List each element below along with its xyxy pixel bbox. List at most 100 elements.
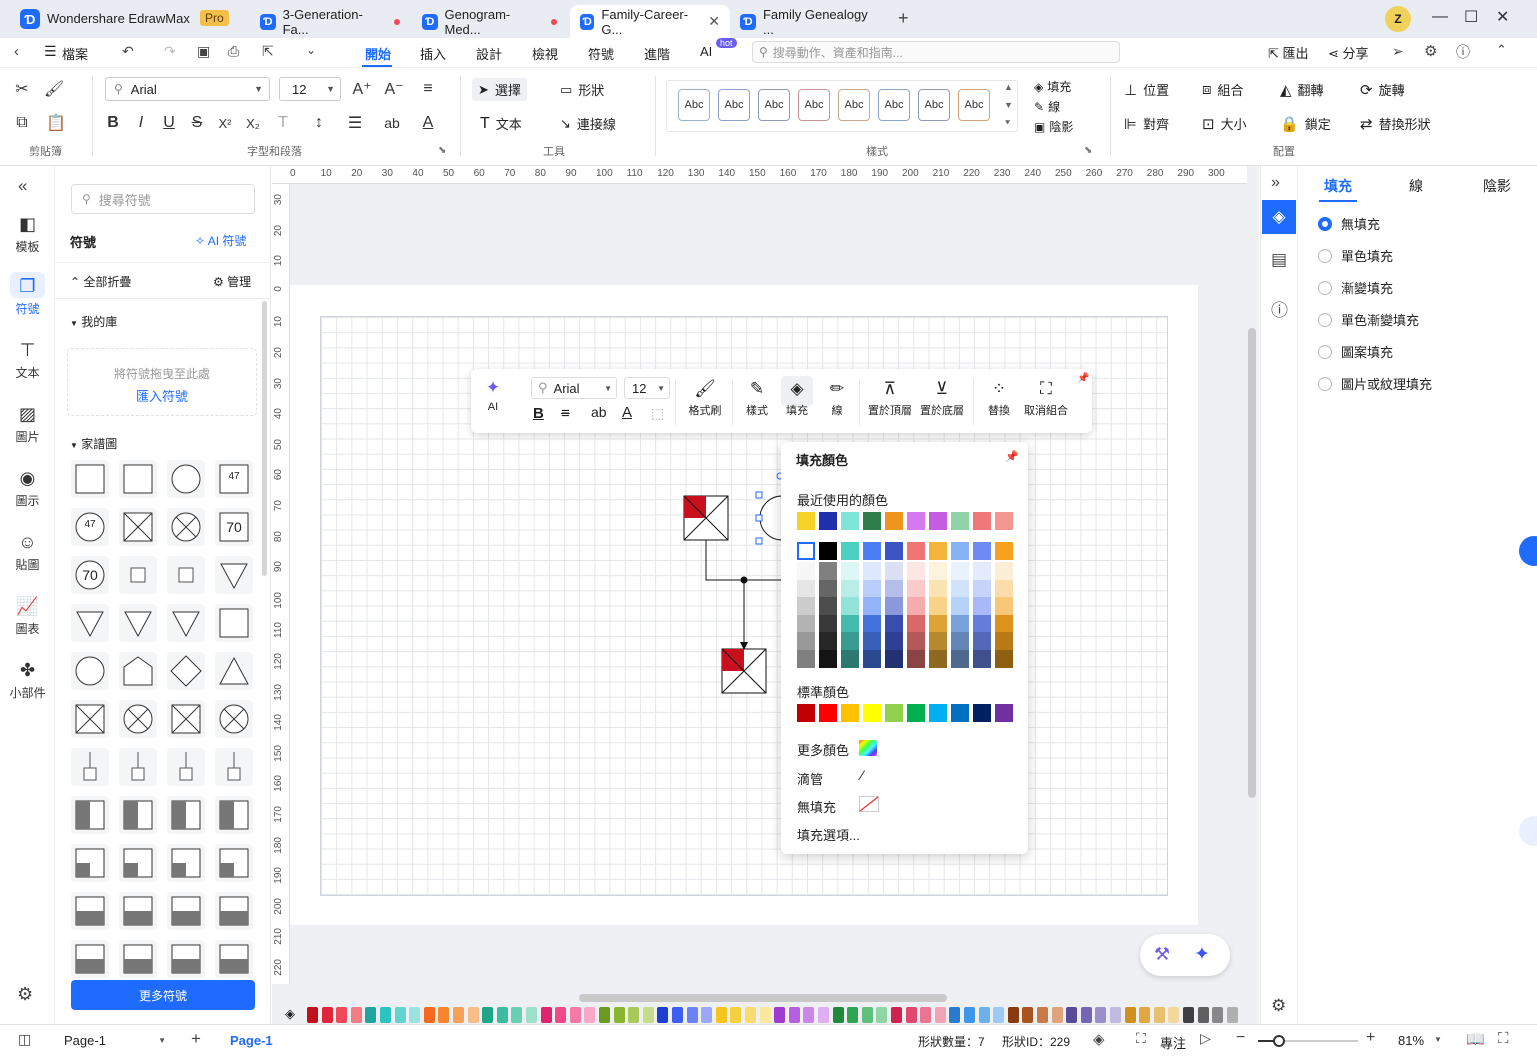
menu-advanced[interactable]: 進階 xyxy=(644,44,670,63)
recent-color-swatch[interactable] xyxy=(995,512,1013,530)
export-small-icon[interactable]: ⇱ xyxy=(262,43,274,60)
sparkle-icon[interactable]: ✦ xyxy=(1194,943,1210,966)
palette-color-swatch[interactable] xyxy=(1051,1007,1063,1023)
palette-color-swatch[interactable] xyxy=(1124,1007,1136,1023)
palette-color-swatch[interactable] xyxy=(628,1007,640,1023)
theme-shade-swatch[interactable] xyxy=(885,597,903,615)
standard-color-swatch[interactable] xyxy=(797,704,815,722)
color-wheel-icon[interactable] xyxy=(859,740,877,756)
genogram-symbol[interactable] xyxy=(71,604,109,642)
rail-item-text[interactable]: ⊤ 文本 xyxy=(0,340,55,381)
tab-document-2[interactable]: Ɗ Genogram-Med... xyxy=(412,5,567,38)
theme-shade-swatch[interactable] xyxy=(951,649,969,668)
theme-shade-swatch[interactable] xyxy=(907,649,925,668)
rail-item-icon[interactable]: ◉ 圖示 xyxy=(0,468,55,509)
rail-item-sticker[interactable]: ☺ 貼圖 xyxy=(0,532,55,573)
palette-color-swatch[interactable] xyxy=(467,1007,479,1023)
standard-color-swatch[interactable] xyxy=(885,704,903,722)
back-icon[interactable]: ‹ xyxy=(14,43,19,60)
genogram-symbol[interactable] xyxy=(215,748,253,786)
recent-color-swatch[interactable] xyxy=(951,512,969,530)
copy-icon[interactable]: ⧉ xyxy=(10,111,34,135)
theme-color-swatch[interactable] xyxy=(973,542,991,560)
palette-color-swatch[interactable] xyxy=(642,1007,654,1023)
theme-shade-swatch[interactable] xyxy=(841,632,859,650)
palette-color-swatch[interactable] xyxy=(1080,1007,1092,1023)
theme-shade-swatch[interactable] xyxy=(819,597,837,615)
genogram-symbol[interactable] xyxy=(71,748,109,786)
palette-color-swatch[interactable] xyxy=(672,1007,683,1023)
fill-button[interactable]: ◈ 填充 xyxy=(781,376,813,418)
magic-wand-icon[interactable]: ⚒ xyxy=(1154,944,1170,965)
no-fill-icon[interactable] xyxy=(859,796,879,812)
theme-shade-swatch[interactable] xyxy=(973,649,991,668)
genogram-symbol[interactable] xyxy=(119,652,157,690)
theme-shade-swatch[interactable] xyxy=(797,649,815,668)
symbol-search-input[interactable]: ⚲ 搜尋符號 xyxy=(71,184,255,214)
palette-color-swatch[interactable] xyxy=(307,1007,318,1023)
palette-color-swatch[interactable] xyxy=(613,1007,625,1023)
theme-shade-swatch[interactable] xyxy=(951,632,969,650)
palette-color-swatch[interactable] xyxy=(730,1007,742,1023)
palette-color-swatch[interactable] xyxy=(526,1007,537,1023)
minimize-icon[interactable]: — xyxy=(1432,8,1448,26)
palette-color-swatch[interactable] xyxy=(321,1007,333,1023)
tab-document-3[interactable]: Ɗ Family-Career-G... ✕ xyxy=(570,5,730,38)
genogram-symbol[interactable] xyxy=(215,652,253,690)
fill-button[interactable]: ◈ 填充 xyxy=(1034,78,1071,95)
cut-icon[interactable]: ✂ xyxy=(10,77,34,101)
palette-color-swatch[interactable] xyxy=(920,1007,932,1023)
bold-icon[interactable]: B xyxy=(101,111,125,135)
theme-shade-swatch[interactable] xyxy=(951,597,969,615)
new-tab-icon[interactable]: + xyxy=(898,8,909,29)
theme-shade-swatch[interactable] xyxy=(863,579,881,598)
page-select[interactable]: Page-1 ▼ xyxy=(52,1025,172,1056)
theme-color-swatch[interactable] xyxy=(885,542,903,560)
rotate-button[interactable]: ⟳ 旋轉 xyxy=(1360,80,1405,99)
settings-icon[interactable]: ⚙ xyxy=(1424,42,1437,60)
genogram-symbol[interactable] xyxy=(119,508,157,546)
standard-color-swatch[interactable] xyxy=(995,704,1013,722)
page-tab-active[interactable]: Page-1 xyxy=(230,1033,273,1048)
palette-color-swatch[interactable] xyxy=(803,1007,815,1023)
theme-color-swatch[interactable] xyxy=(797,542,815,560)
palette-color-swatch[interactable] xyxy=(555,1007,567,1023)
search-box[interactable]: ⚲ 搜尋動作、資產和指南... xyxy=(752,41,1120,63)
theme-shade-swatch[interactable] xyxy=(929,597,947,615)
theme-shade-swatch[interactable] xyxy=(951,614,969,633)
line-button[interactable]: ✎ 線 xyxy=(1034,98,1060,115)
theme-shade-swatch[interactable] xyxy=(863,632,881,650)
standard-color-swatch[interactable] xyxy=(929,704,947,722)
standard-color-swatch[interactable] xyxy=(841,704,859,722)
standard-color-swatch[interactable] xyxy=(973,704,991,722)
palette-color-swatch[interactable] xyxy=(336,1007,348,1023)
theme-shade-swatch[interactable] xyxy=(951,562,969,580)
palette-color-swatch[interactable] xyxy=(409,1007,421,1023)
zoom-out-icon[interactable]: − xyxy=(1236,1029,1245,1047)
tab-shadow[interactable]: 陰影 xyxy=(1483,176,1511,196)
recent-color-swatch[interactable] xyxy=(907,512,925,530)
genogram-symbol[interactable] xyxy=(71,844,109,882)
list-icon[interactable]: ☰ xyxy=(343,111,367,135)
genogram-symbol[interactable] xyxy=(215,700,253,738)
style-preset-1[interactable]: Abc xyxy=(678,89,710,121)
rail-item-widget[interactable]: ✤ 小部件 xyxy=(0,660,55,701)
genogram-symbol[interactable] xyxy=(119,700,157,738)
palette-color-swatch[interactable] xyxy=(1139,1007,1151,1023)
theme-color-swatch[interactable] xyxy=(841,542,859,560)
theme-shade-swatch[interactable] xyxy=(863,614,881,633)
palette-color-swatch[interactable] xyxy=(482,1007,494,1023)
theme-shade-swatch[interactable] xyxy=(819,614,837,633)
help-icon[interactable]: ⓘ xyxy=(1456,42,1470,62)
palette-color-swatch[interactable] xyxy=(759,1007,771,1023)
genogram-symbol[interactable] xyxy=(119,556,157,594)
genogram-symbol[interactable]: 47 xyxy=(71,508,109,546)
palette-color-swatch[interactable] xyxy=(1095,1007,1107,1023)
maximize-icon[interactable]: ☐ xyxy=(1464,7,1478,27)
send-to-back-button[interactable]: ⊻ 置於底層 xyxy=(919,376,965,418)
theme-shade-swatch[interactable] xyxy=(995,562,1013,580)
settings-icon[interactable]: ⚙ xyxy=(17,984,33,1005)
close-icon[interactable]: ✕ xyxy=(708,13,720,30)
palette-color-swatch[interactable] xyxy=(934,1007,946,1023)
font-color-icon[interactable]: A xyxy=(622,404,632,421)
